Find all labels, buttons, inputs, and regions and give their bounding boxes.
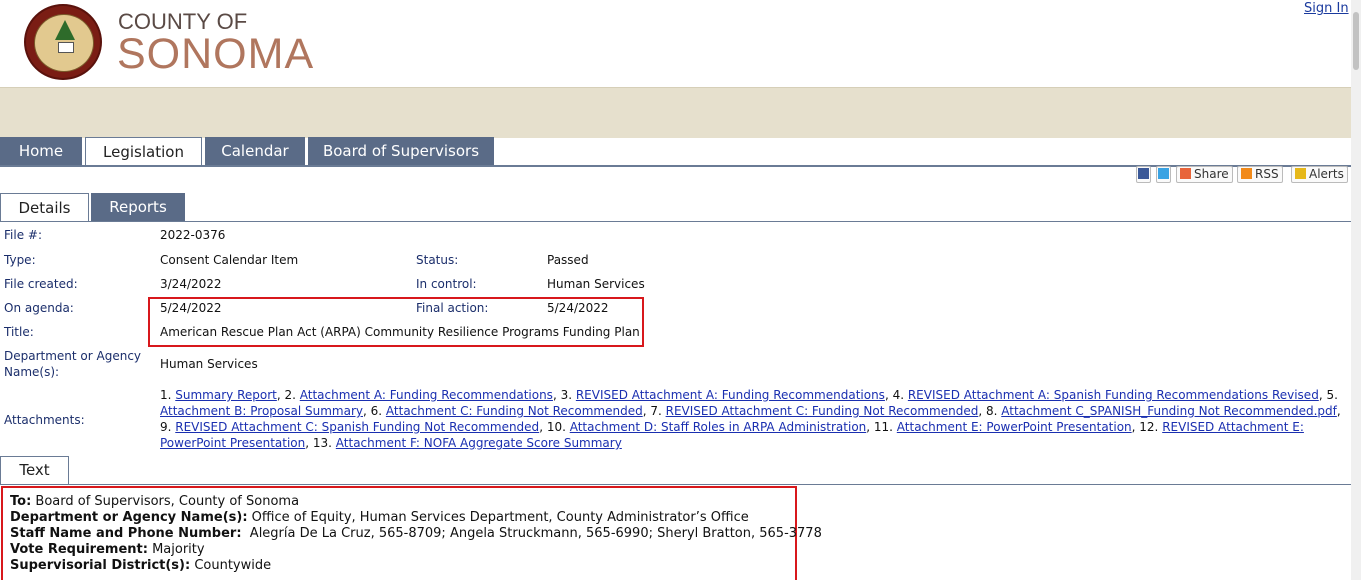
to-label: To: xyxy=(10,494,32,509)
vote-label: Vote Requirement: xyxy=(10,542,148,557)
text-district-line: Supervisorial District(s): Countywide xyxy=(10,558,271,573)
header-band xyxy=(0,87,1351,138)
dept-value: Office of Equity, Human Services Departm… xyxy=(251,510,749,525)
attachments-label: Attachments: xyxy=(4,413,85,427)
text-staff-line: Staff Name and Phone Number: Alegría De … xyxy=(10,526,822,541)
staff-label: Staff Name and Phone Number: xyxy=(10,526,242,541)
attachment-link[interactable]: Attachment B: Proposal Summary xyxy=(160,404,363,418)
facebook-button[interactable] xyxy=(1136,166,1151,183)
type-value: Consent Calendar Item xyxy=(160,253,299,267)
flag-icon xyxy=(58,42,74,53)
text-to-line: To: Board of Supervisors, County of Sono… xyxy=(10,494,299,509)
sign-in-link[interactable]: Sign In xyxy=(1304,1,1349,16)
tab-calendar[interactable]: Calendar xyxy=(205,137,305,165)
attachment-link[interactable]: Attachment C: Funding Not Recommended xyxy=(386,404,643,418)
attachment-link[interactable]: REVISED Attachment A: Spanish Funding Re… xyxy=(908,388,1319,402)
tab-reports[interactable]: Reports xyxy=(91,193,185,222)
text-dept-line: Department or Agency Name(s): Office of … xyxy=(10,510,749,525)
facebook-icon xyxy=(1138,168,1149,179)
site-header: COUNTY OF SONOMA xyxy=(0,0,1345,86)
tab-details[interactable]: Details xyxy=(0,193,89,222)
subtab-divider xyxy=(0,221,1351,222)
attachments-list: 1. Summary Report, 2. Attachment A: Fund… xyxy=(160,388,1341,450)
staff-value: Alegría De La Cruz, 565-8709; Angela Str… xyxy=(249,526,822,541)
file-created-value: 3/24/2022 xyxy=(160,277,222,291)
in-control-value: Human Services xyxy=(547,277,645,291)
scrollbar-thumb[interactable] xyxy=(1353,12,1359,70)
twitter-icon xyxy=(1158,168,1169,179)
in-control-label: In control: xyxy=(416,277,477,291)
on-agenda-label: On agenda: xyxy=(4,301,74,315)
vote-value: Majority xyxy=(152,542,205,557)
attachment-link[interactable]: Attachment C_SPANISH_Funding Not Recomme… xyxy=(1001,404,1337,418)
text-vote-line: Vote Requirement: Majority xyxy=(10,542,205,557)
rss-label: RSS xyxy=(1255,167,1279,181)
department-label-line2: Name(s): xyxy=(4,365,60,379)
file-number-label: File #: xyxy=(4,228,42,242)
attachment-link[interactable]: Attachment F: NOFA Aggregate Score Summa… xyxy=(336,436,622,450)
attachment-link[interactable]: Attachment E: PowerPoint Presentation xyxy=(897,420,1132,434)
type-label: Type: xyxy=(4,253,36,267)
rss-icon xyxy=(1241,168,1252,179)
tab-legislation[interactable]: Legislation xyxy=(85,137,202,167)
county-seal-logo[interactable] xyxy=(24,4,102,80)
attachment-link[interactable]: Attachment D: Staff Roles in ARPA Admini… xyxy=(570,420,867,434)
attachment-link[interactable]: Attachment A: Funding Recommendations xyxy=(300,388,553,402)
rss-button[interactable]: RSS xyxy=(1237,166,1283,183)
text-tab-divider xyxy=(0,484,1351,485)
vertical-scrollbar[interactable] xyxy=(1351,0,1361,580)
alerts-button[interactable]: Alerts xyxy=(1291,166,1348,183)
attachment-link[interactable]: Summary Report xyxy=(175,388,277,402)
file-number-value: 2022-0376 xyxy=(160,228,226,242)
file-created-label: File created: xyxy=(4,277,78,291)
title-label: Title: xyxy=(4,325,34,339)
status-value: Passed xyxy=(547,253,589,267)
tab-text[interactable]: Text xyxy=(0,456,69,485)
tab-board-of-supervisors[interactable]: Board of Supervisors xyxy=(308,137,494,165)
district-label: Supervisorial District(s): xyxy=(10,558,191,573)
alerts-icon xyxy=(1295,168,1306,179)
share-button[interactable]: Share xyxy=(1176,166,1233,183)
share-icon xyxy=(1180,168,1191,179)
highlight-box-title xyxy=(148,297,644,347)
sonoma-text: SONOMA xyxy=(117,30,315,78)
department-value: Human Services xyxy=(160,357,258,371)
share-label: Share xyxy=(1194,167,1229,181)
tab-home[interactable]: Home xyxy=(0,137,82,165)
alerts-label: Alerts xyxy=(1309,167,1344,181)
tree-icon xyxy=(55,20,75,40)
attachment-link[interactable]: REVISED Attachment C: Funding Not Recomm… xyxy=(666,404,979,418)
dept-label: Department or Agency Name(s): xyxy=(10,510,248,525)
attachment-link[interactable]: REVISED Attachment A: Funding Recommenda… xyxy=(576,388,885,402)
attachment-link[interactable]: REVISED Attachment C: Spanish Funding No… xyxy=(175,420,539,434)
department-label-line1: Department or Agency xyxy=(4,349,142,363)
twitter-button[interactable] xyxy=(1156,166,1171,183)
status-label: Status: xyxy=(416,253,459,267)
to-value: Board of Supervisors, County of Sonoma xyxy=(35,494,300,509)
district-value: Countywide xyxy=(194,558,272,573)
